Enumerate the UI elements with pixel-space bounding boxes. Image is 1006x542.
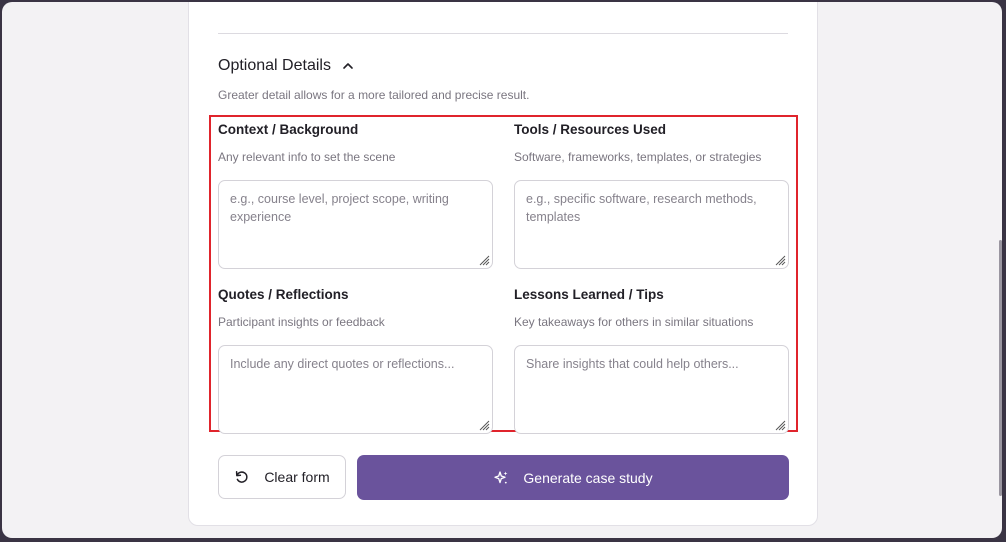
field-help-text: Participant insights or feedback [218, 315, 385, 329]
tools-resources-input[interactable] [514, 180, 789, 269]
page-viewport: Optional Details Greater detail allows f… [2, 2, 1002, 538]
textarea-wrapper [218, 345, 493, 434]
textarea-wrapper [514, 180, 789, 269]
lessons-learned-input[interactable] [514, 345, 789, 434]
scrollbar-thumb[interactable] [999, 240, 1002, 496]
field-lessons-learned: Lessons Learned / Tips Key takeaways for… [514, 287, 790, 434]
scrollbar[interactable] [998, 2, 1002, 538]
section-title: Optional Details [218, 57, 331, 74]
field-context-background: Context / Background Any relevant info t… [218, 122, 494, 269]
resize-handle-icon[interactable] [774, 419, 786, 431]
sparkle-icon [494, 470, 508, 483]
field-label: Context / Background [218, 122, 359, 137]
optional-details-toggle[interactable]: Optional Details [218, 57, 355, 75]
resize-handle-icon[interactable] [478, 419, 490, 431]
textarea-wrapper [514, 345, 789, 434]
field-label: Quotes / Reflections [218, 287, 349, 302]
quotes-reflections-input[interactable] [218, 345, 493, 434]
textarea-wrapper [218, 180, 493, 269]
clear-form-button[interactable]: Clear form [218, 455, 346, 499]
field-label: Tools / Resources Used [514, 122, 667, 137]
field-label: Lessons Learned / Tips [514, 287, 664, 302]
field-tools-resources: Tools / Resources Used Software, framewo… [514, 122, 790, 269]
chevron-up-icon [343, 63, 353, 69]
form-card: Optional Details Greater detail allows f… [188, 2, 818, 526]
resize-handle-icon[interactable] [478, 254, 490, 266]
context-background-input[interactable] [218, 180, 493, 269]
section-description: Greater detail allows for a more tailore… [218, 88, 530, 102]
section-divider [218, 33, 788, 34]
field-help-text: Software, frameworks, templates, or stra… [514, 150, 762, 164]
generate-case-study-label: Generate case study [523, 469, 653, 486]
refresh-icon [236, 471, 248, 483]
field-help-text: Key takeaways for others in similar situ… [514, 315, 754, 329]
generate-case-study-button[interactable]: Generate case study [357, 455, 789, 500]
resize-handle-icon[interactable] [774, 254, 786, 266]
field-help-text: Any relevant info to set the scene [218, 150, 396, 164]
clear-form-label: Clear form [264, 469, 330, 485]
field-quotes-reflections: Quotes / Reflections Participant insight… [218, 287, 494, 434]
